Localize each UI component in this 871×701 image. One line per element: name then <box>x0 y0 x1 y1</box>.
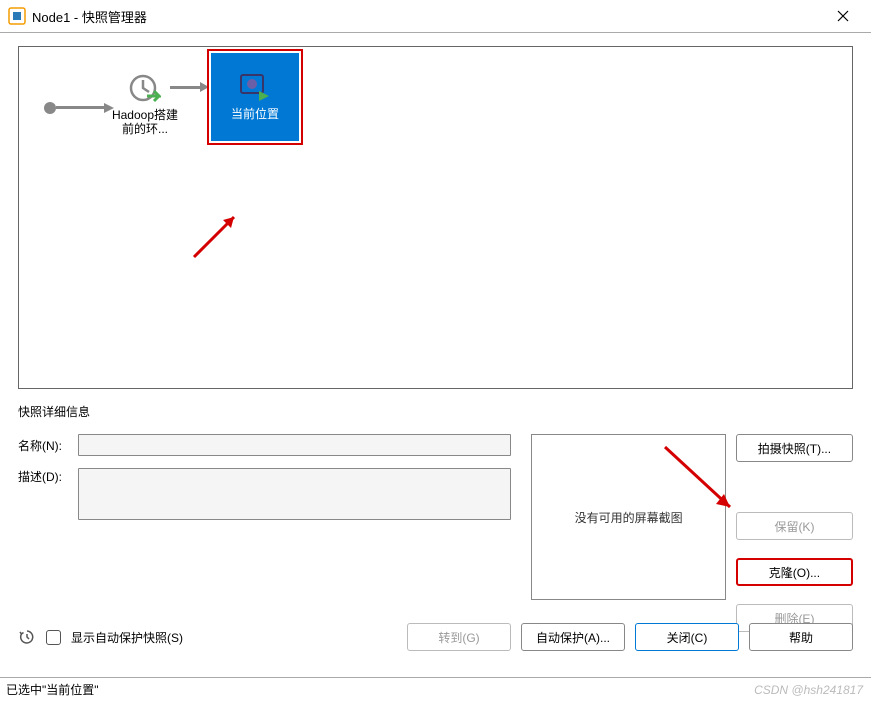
autoprotect-label: 显示自动保护快照(S) <box>71 629 397 646</box>
keep-button: 保留(K) <box>736 512 853 540</box>
help-button[interactable]: 帮助 <box>749 623 853 651</box>
close-icon <box>837 10 849 22</box>
status-bar: 已选中"当前位置" CSDN @hsh241817 <box>0 677 871 701</box>
name-input[interactable] <box>78 434 511 456</box>
snapshot-timeline-panel: Hadoop搭建前的环... 当前位置 <box>18 46 853 389</box>
current-position-highlight: 当前位置 <box>207 49 303 145</box>
goto-button: 转到(G) <box>407 623 511 651</box>
description-input[interactable] <box>78 468 511 520</box>
timeline-connector <box>170 86 200 89</box>
current-position-label: 当前位置 <box>231 105 279 122</box>
title-bar: Node1 - 快照管理器 <box>0 0 871 33</box>
snapshot-label: Hadoop搭建前的环... <box>110 108 180 136</box>
details-title: 快照详细信息 <box>18 403 853 420</box>
vm-icon <box>239 73 271 101</box>
timeline-connector <box>56 106 104 109</box>
name-label: 名称(N): <box>18 437 78 454</box>
take-snapshot-button[interactable]: 拍摄快照(T)... <box>736 434 853 462</box>
annotation-arrow-icon <box>660 442 740 522</box>
bottom-bar: 显示自动保护快照(S) 转到(G) 自动保护(A)... 关闭(C) 帮助 <box>18 623 853 651</box>
autoprotect-button[interactable]: 自动保护(A)... <box>521 623 625 651</box>
window-title: Node1 - 快照管理器 <box>32 7 823 26</box>
annotation-arrow-icon <box>189 202 249 262</box>
clock-icon <box>129 74 161 106</box>
watermark-text: CSDN @hsh241817 <box>754 683 863 697</box>
status-text: 已选中"当前位置" <box>6 681 99 698</box>
timeline-start-dot <box>44 102 56 114</box>
close-dialog-button[interactable]: 关闭(C) <box>635 623 739 651</box>
autoprotect-checkbox[interactable] <box>46 630 61 645</box>
app-icon <box>8 7 26 25</box>
history-icon[interactable] <box>18 628 36 646</box>
close-button[interactable] <box>823 2 863 30</box>
current-position-node[interactable]: 当前位置 <box>211 53 299 141</box>
clone-button[interactable]: 克隆(O)... <box>736 558 853 586</box>
snapshot-node[interactable]: Hadoop搭建前的环... <box>110 74 180 136</box>
snapshot-icon-wrap <box>129 74 161 106</box>
description-label: 描述(D): <box>18 468 78 485</box>
timeline: Hadoop搭建前的环... 当前位置 <box>44 64 827 145</box>
